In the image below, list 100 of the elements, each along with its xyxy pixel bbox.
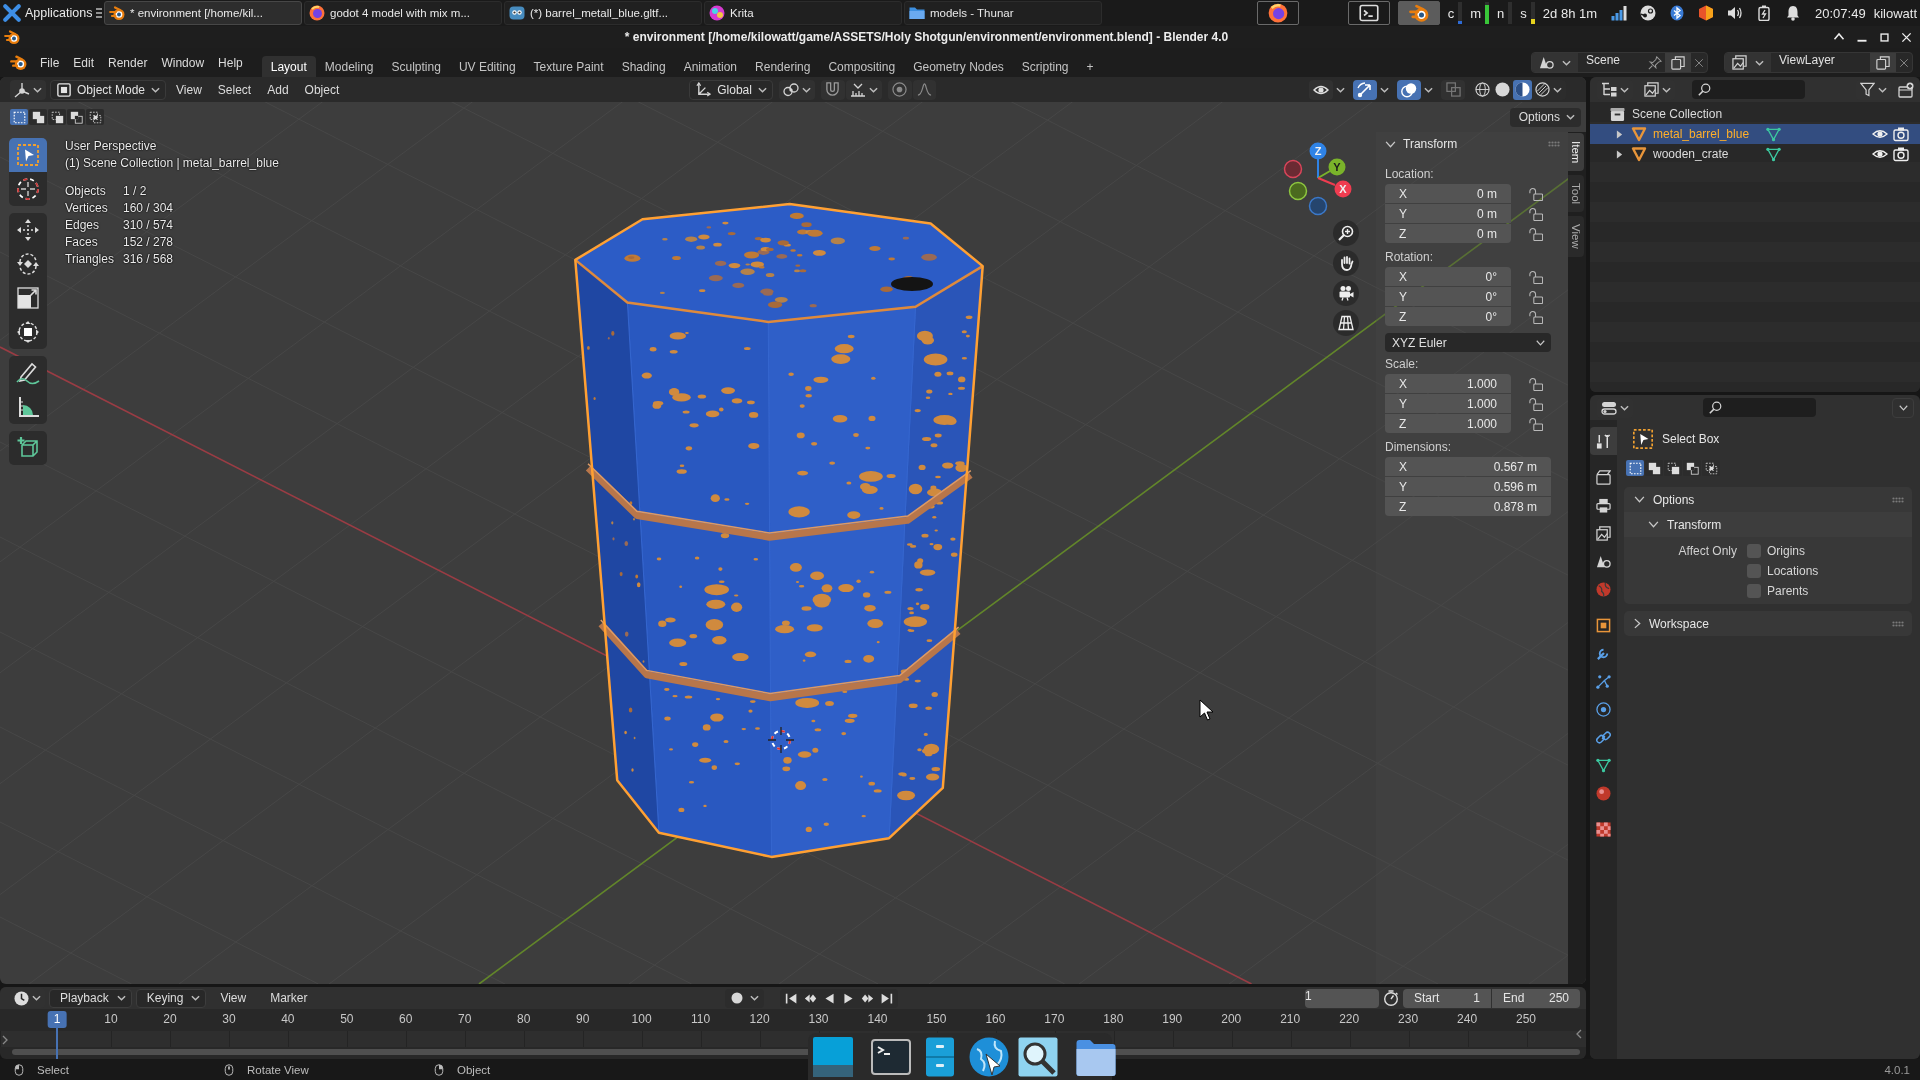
search-field[interactable] <box>1703 398 1816 417</box>
menu-item[interactable]: Render <box>101 52 155 73</box>
menu-item[interactable]: View <box>170 79 208 100</box>
browse-button[interactable] <box>1532 53 1578 72</box>
visibility-toggle[interactable] <box>1309 79 1333 100</box>
caret-icon[interactable] <box>1553 86 1562 93</box>
bell-icon[interactable] <box>1785 5 1802 21</box>
options-dropdown[interactable]: Options <box>1509 107 1581 127</box>
outliner-row[interactable]: Scene Collection <box>1590 104 1920 124</box>
outliner-row[interactable]: wooden_crate <box>1590 144 1920 164</box>
unlocked-padlock-icon[interactable] <box>1529 289 1543 304</box>
skip-to-end-icon[interactable] <box>879 991 893 1005</box>
number-field[interactable]: Y 0° <box>1385 287 1511 306</box>
workspace-tab[interactable]: Shading <box>612 56 675 77</box>
menu-item[interactable]: Select <box>211 79 258 100</box>
menu-dropdown[interactable]: Keying <box>135 988 207 1008</box>
terminal-icon[interactable] <box>871 1036 911 1077</box>
negative-z-axis-handle[interactable] <box>1308 196 1328 216</box>
camera-icon[interactable] <box>1893 126 1909 142</box>
menu-item[interactable]: Object <box>298 79 346 100</box>
workspace-tab[interactable]: Sculpting <box>382 56 450 77</box>
subpanel-header[interactable]: Transform <box>1648 517 1722 532</box>
negative-x-axis-handle[interactable] <box>1283 159 1303 179</box>
caret-icon[interactable] <box>1424 86 1433 93</box>
scene-name-field[interactable]: Scene <box>1578 53 1645 72</box>
signal-bars-icon[interactable] <box>1611 5 1628 21</box>
region-toggle-icon[interactable] <box>1576 1029 1582 1039</box>
window-button[interactable]: * environment [/home/kil... <box>104 1 302 25</box>
unlocked-padlock-icon[interactable] <box>1529 206 1543 221</box>
selection-mode-button[interactable] <box>67 109 85 125</box>
dropdown-button[interactable] <box>1892 397 1914 418</box>
window-button[interactable]: Krita <box>704 1 902 25</box>
box-plus-icon[interactable] <box>1898 81 1914 98</box>
number-field[interactable]: Y 0.596 m <box>1385 477 1551 496</box>
drag-handle-icon[interactable] <box>1892 620 1904 627</box>
unlocked-padlock-icon[interactable] <box>1529 226 1543 241</box>
unlocked-padlock-icon[interactable] <box>1529 309 1543 324</box>
caret-icon[interactable] <box>1380 86 1389 93</box>
selection-mode-button[interactable] <box>48 109 66 125</box>
workspace-tab[interactable]: Layout <box>261 56 316 77</box>
unlocked-padlock-icon[interactable] <box>1529 376 1543 391</box>
number-field[interactable]: X 0 m <box>1385 184 1511 203</box>
number-field[interactable]: Z 0 m <box>1385 224 1511 243</box>
unlocked-padlock-icon[interactable] <box>1529 396 1543 411</box>
outliner-row[interactable]: metal_barrel_blue <box>1590 124 1920 144</box>
shading-button[interactable] <box>1493 79 1512 100</box>
number-field[interactable]: X 0.567 m <box>1385 457 1551 476</box>
menu-item[interactable]: Window <box>154 52 212 73</box>
bluetooth-icon[interactable] <box>1669 5 1686 21</box>
falloff-button[interactable] <box>912 79 936 100</box>
pan-button[interactable] <box>1333 250 1359 276</box>
search-field[interactable] <box>1692 80 1805 99</box>
menu-dropdown[interactable]: Playback <box>49 988 132 1008</box>
unlocked-padlock-icon[interactable] <box>1529 269 1543 284</box>
app-launcher[interactable] <box>1256 1 1299 25</box>
expand-arrow-icon[interactable] <box>1616 129 1623 139</box>
workspace-tab[interactable]: Compositing <box>819 56 905 77</box>
blender-launcher[interactable] <box>1397 1 1440 25</box>
camera-view-button[interactable] <box>1333 280 1359 306</box>
projection-button[interactable] <box>1333 310 1359 336</box>
auto-keying-button[interactable] <box>724 988 764 1008</box>
duplicate-button[interactable] <box>1665 53 1691 72</box>
workspace-tab[interactable]: Scripting <box>1012 56 1078 77</box>
selection-mode-button[interactable] <box>1702 460 1720 476</box>
window-button[interactable]: (*) barrel_metall_blue.gltf... <box>504 1 702 25</box>
number-field[interactable]: Z 0° <box>1385 307 1511 326</box>
volume-icon[interactable] <box>1727 5 1744 21</box>
pivot-point-button[interactable] <box>778 79 815 100</box>
workspace-tab[interactable]: Geometry Nodes <box>904 56 1013 77</box>
editor-type-button[interactable] <box>10 79 46 100</box>
rotation-mode-dropdown[interactable]: XYZ Euler <box>1385 333 1551 352</box>
add-cube-tool[interactable] <box>9 431 47 465</box>
checkbox[interactable] <box>1747 564 1761 578</box>
properties-tab[interactable] <box>1590 427 1617 455</box>
orientation-dropdown[interactable]: Global <box>689 79 773 100</box>
window-button[interactable]: godot 4 model with mix m... <box>304 1 502 25</box>
selection-mode-button[interactable] <box>1664 460 1682 476</box>
proportional-edit-toggle[interactable] <box>887 79 912 100</box>
menu-item[interactable]: Add <box>261 79 295 100</box>
current-frame-field[interactable]: 1 <box>1305 988 1379 1008</box>
pin-icon[interactable] <box>1648 55 1662 70</box>
x-ray-toggle[interactable] <box>1441 79 1465 100</box>
workspace-tab[interactable]: Rendering <box>746 56 820 77</box>
workspace-tab[interactable]: UV Editing <box>449 56 525 77</box>
menu-item[interactable]: Edit <box>66 52 102 73</box>
cursor-tool[interactable] <box>9 172 47 206</box>
panel-header[interactable]: Workspace <box>1634 616 1709 631</box>
workspace-tab[interactable]: Texture Paint <box>524 56 613 77</box>
shading-button[interactable] <box>1533 79 1552 100</box>
selection-mode-button[interactable] <box>86 109 104 125</box>
magnifier-icon[interactable] <box>1018 1036 1058 1077</box>
sidebar-tab[interactable]: Tool <box>1568 175 1584 213</box>
hexagon-icon[interactable] <box>1698 5 1715 21</box>
applications-menu[interactable]: Applications <box>0 0 102 26</box>
negative-y-axis-handle[interactable] <box>1288 181 1308 201</box>
blender-logo-icon[interactable] <box>10 54 27 71</box>
workspace-tab[interactable]: Animation <box>674 56 747 77</box>
play-reverse-icon[interactable] <box>822 991 836 1005</box>
view-layer-name-field[interactable]: ViewLayer <box>1771 53 1870 72</box>
number-field[interactable]: X 1.000 <box>1385 374 1511 393</box>
